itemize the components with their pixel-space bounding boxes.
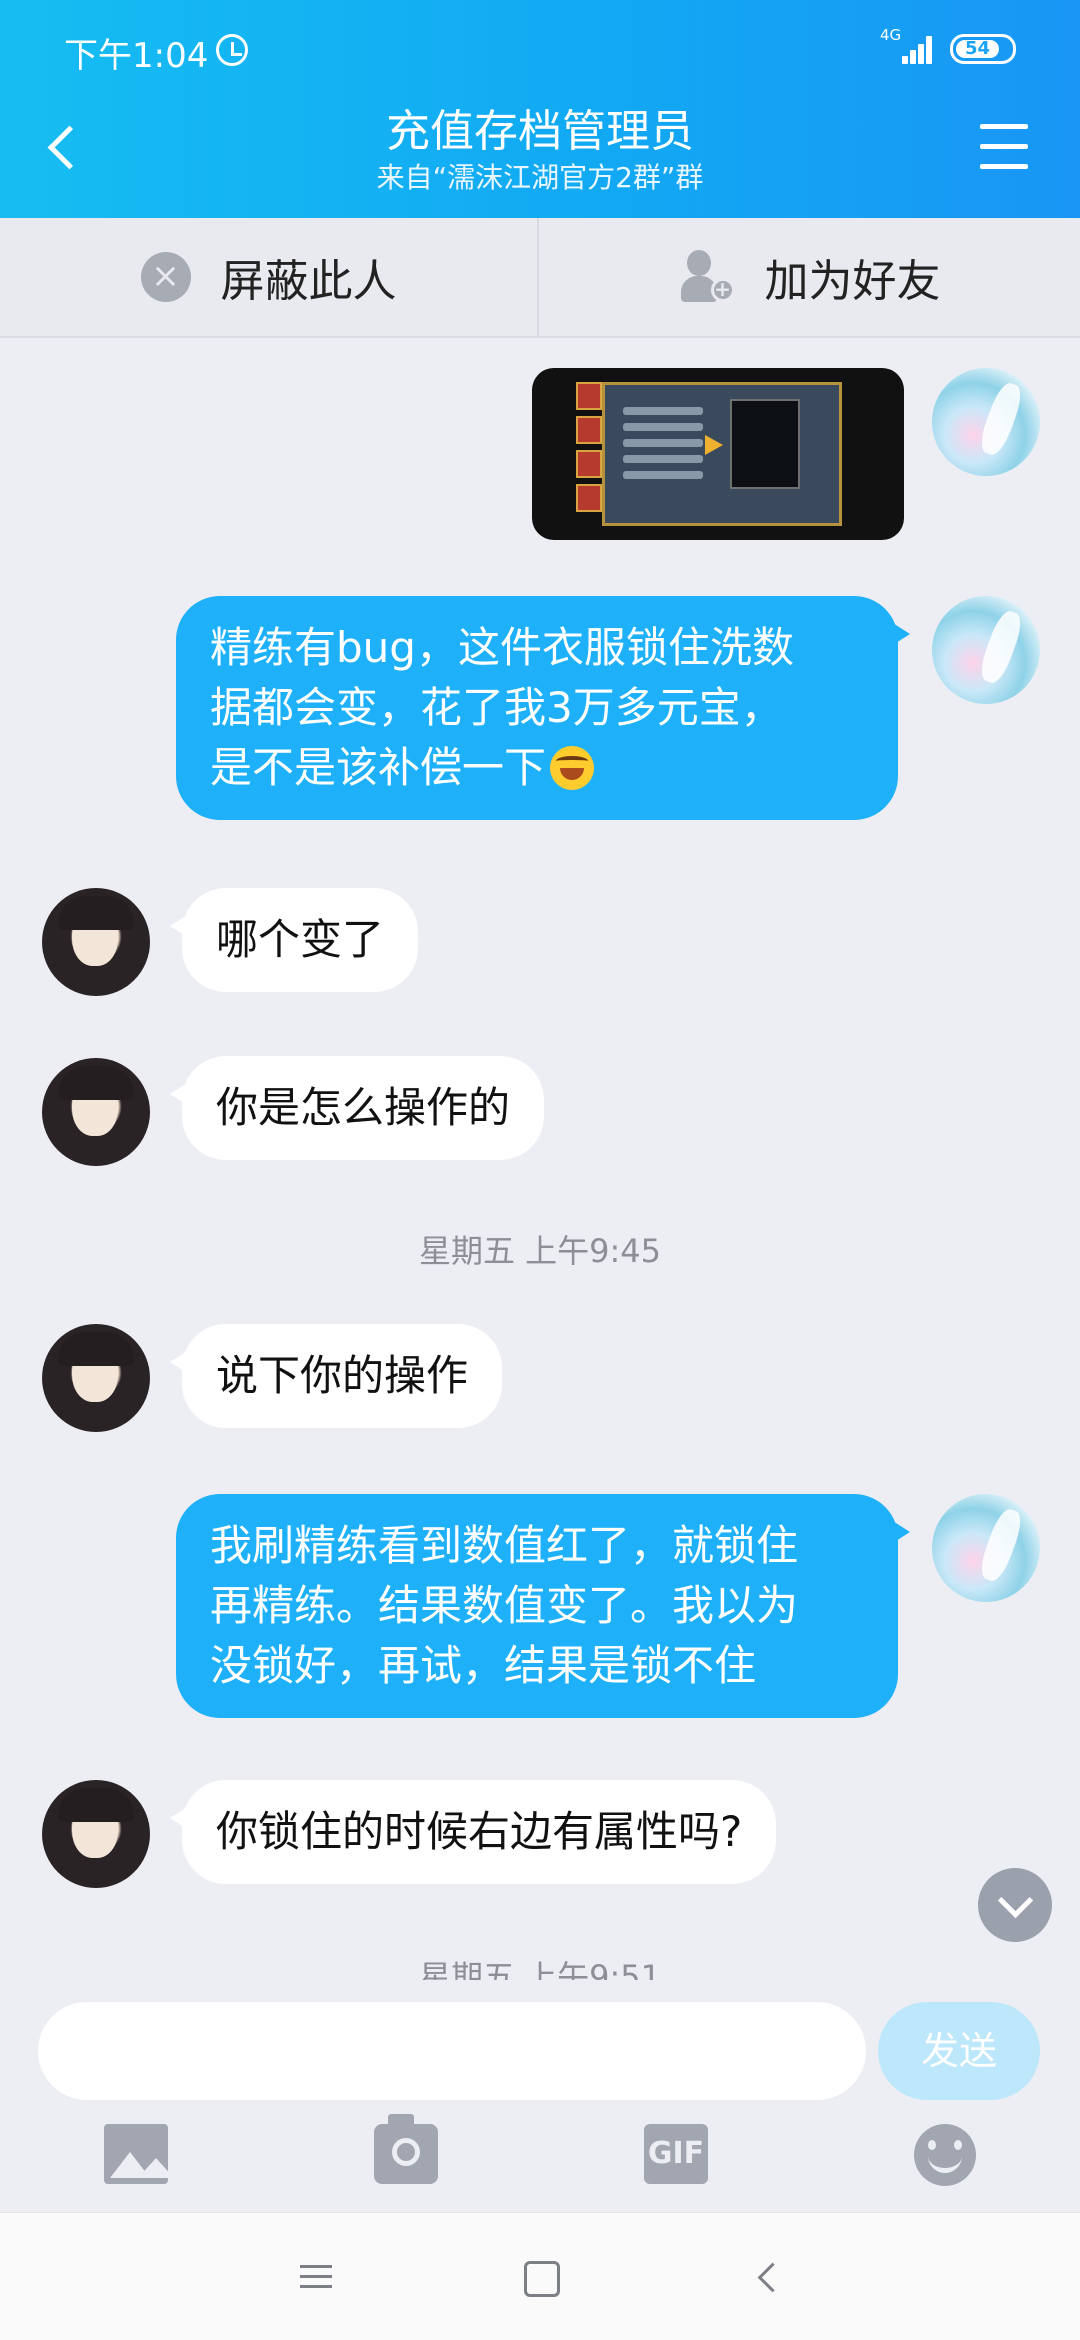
- image-message[interactable]: [532, 368, 904, 540]
- battery-level: 54: [956, 40, 999, 58]
- game-tab: [576, 416, 602, 444]
- message-bubble-other[interactable]: 说下你的操作: [169, 1324, 503, 1428]
- nav-menu-button[interactable]: [286, 2247, 346, 2307]
- avatar[interactable]: [932, 368, 1040, 476]
- message-bubble-other[interactable]: 哪个变了: [169, 888, 419, 992]
- scroll-to-bottom-button[interactable]: [978, 1868, 1052, 1942]
- message-bubble-self[interactable]: 我刷精练看到数值红了，就锁住 再精练。结果数值变了。我以为 没锁好，再试，结果是…: [176, 1494, 910, 1718]
- emoji-icon[interactable]: [914, 2124, 976, 2186]
- input-area: 发送 GIF: [0, 1980, 1080, 2212]
- add-friend-label: 加为好友: [764, 256, 941, 307]
- status-time: 下午1:04: [64, 36, 209, 76]
- message-text: 你是怎么操作的: [216, 1083, 511, 1132]
- message-line: 是不是该补偿一下: [210, 743, 547, 792]
- signal-icon: [896, 34, 936, 64]
- timestamp: 星期五 上午9:45: [418, 1232, 662, 1270]
- avatar[interactable]: [42, 1780, 150, 1888]
- message-text: 说下你的操作: [216, 1351, 469, 1400]
- timestamp: 星期五 上午9:51: [418, 1958, 662, 1980]
- chat-title-block: 充值存档管理员 来自“濡沫江湖官方2群”群: [240, 104, 840, 196]
- avatar[interactable]: [932, 1494, 1040, 1602]
- block-icon: [140, 252, 191, 302]
- chat-subtitle: 来自“濡沫江湖官方2群”群: [376, 161, 704, 194]
- battery-icon: 54: [950, 34, 1016, 64]
- add-friend-button[interactable]: + 加为好友: [541, 218, 1080, 336]
- message-line: 精练有bug，这件衣服锁住洗数: [210, 623, 794, 672]
- chat-messages[interactable]: 精练有bug，这件衣服锁住洗数 据都会变，花了我3万多元宝， 是不是该补偿一下 …: [0, 340, 1080, 1980]
- block-user-label: 屏蔽此人: [220, 256, 397, 307]
- avatar[interactable]: [932, 596, 1040, 704]
- system-nav-bar: [0, 2212, 1080, 2340]
- message-text: 哪个变了: [216, 915, 385, 964]
- game-tab: [576, 382, 602, 410]
- laughing-emoji-icon: [550, 746, 595, 790]
- alarm-icon: [216, 34, 248, 66]
- message-bubble-other[interactable]: 你是怎么操作的: [169, 1056, 545, 1160]
- message-text: 你锁住的时候右边有属性吗?: [216, 1807, 743, 1856]
- picture-icon[interactable]: [104, 2124, 168, 2184]
- game-tab: [576, 450, 602, 478]
- chat-title: 充值存档管理员: [386, 106, 694, 157]
- add-friend-icon: +: [680, 250, 735, 304]
- status-bar: 下午1:04 4G 54: [0, 0, 1080, 98]
- gif-icon[interactable]: GIF: [644, 2124, 708, 2184]
- input-toolbar: GIF: [0, 2110, 1080, 2210]
- action-bar: 屏蔽此人 + 加为好友: [0, 218, 1080, 338]
- message-line: 据都会变，花了我3万多元宝，: [210, 683, 783, 732]
- back-button[interactable]: [40, 120, 84, 176]
- avatar[interactable]: [42, 888, 150, 996]
- camera-icon[interactable]: [374, 2114, 438, 2184]
- message-input[interactable]: [38, 2002, 866, 2100]
- message-line: 我刷精练看到数值红了，就锁住: [210, 1521, 799, 1570]
- menu-button[interactable]: [980, 124, 1028, 170]
- avatar[interactable]: [42, 1324, 150, 1432]
- nav-home-button[interactable]: [510, 2247, 570, 2307]
- avatar[interactable]: [42, 1058, 150, 1166]
- message-bubble-other[interactable]: 你锁住的时候右边有属性吗?: [169, 1780, 777, 1884]
- block-user-button[interactable]: 屏蔽此人: [0, 218, 539, 336]
- nav-back-button[interactable]: [738, 2247, 798, 2307]
- message-bubble-self[interactable]: 精练有bug，这件衣服锁住洗数 据都会变，花了我3万多元宝， 是不是该补偿一下: [176, 596, 910, 820]
- message-line: 再精练。结果数值变了。我以为: [210, 1581, 799, 1630]
- chat-header: 下午1:04 4G 54 充值存档管理员 来自“濡沫江湖官方2群”群: [0, 0, 1080, 218]
- game-screenshot-panel: [602, 382, 842, 526]
- game-tab: [576, 484, 602, 512]
- send-button[interactable]: 发送: [878, 2002, 1040, 2100]
- message-line: 没锁好，再试，结果是锁不住: [210, 1641, 757, 1690]
